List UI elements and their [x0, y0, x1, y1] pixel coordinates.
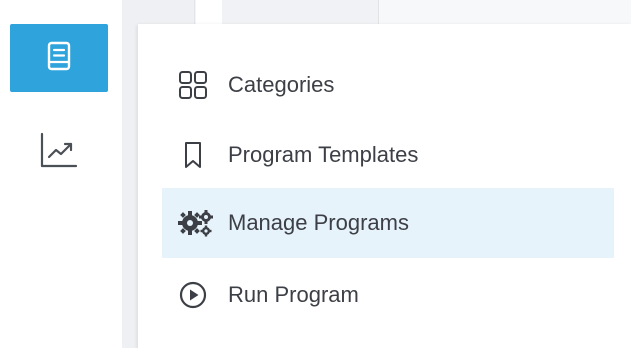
nav-rail-reports-button[interactable]	[10, 118, 108, 186]
menu-item-manage-programs[interactable]: Manage Programs	[162, 188, 614, 258]
menu-item-label: Run Program	[228, 282, 359, 307]
menu-item-label: Categories	[228, 72, 335, 97]
bookmark-icon	[178, 137, 214, 173]
grid-icon	[178, 67, 214, 103]
menu-item-label: Program Templates	[228, 142, 419, 167]
menu-item-program-templates[interactable]: Program Templates	[162, 120, 614, 190]
nav-rail	[0, 0, 122, 348]
nav-rail-programs-button[interactable]	[10, 24, 108, 92]
programs-flyout-menu: Categories Program Templates Manage Prog…	[138, 24, 631, 348]
menu-item-run-program[interactable]: Run Program	[162, 260, 614, 330]
app-window: Categories Program Templates Manage Prog…	[0, 0, 631, 348]
play-circle-icon	[178, 277, 214, 313]
book-icon	[46, 41, 72, 76]
gears-icon	[178, 205, 214, 241]
menu-item-label: Manage Programs	[228, 210, 409, 235]
menu-item-categories[interactable]: Categories	[162, 50, 614, 120]
trend-chart-icon	[39, 131, 79, 174]
